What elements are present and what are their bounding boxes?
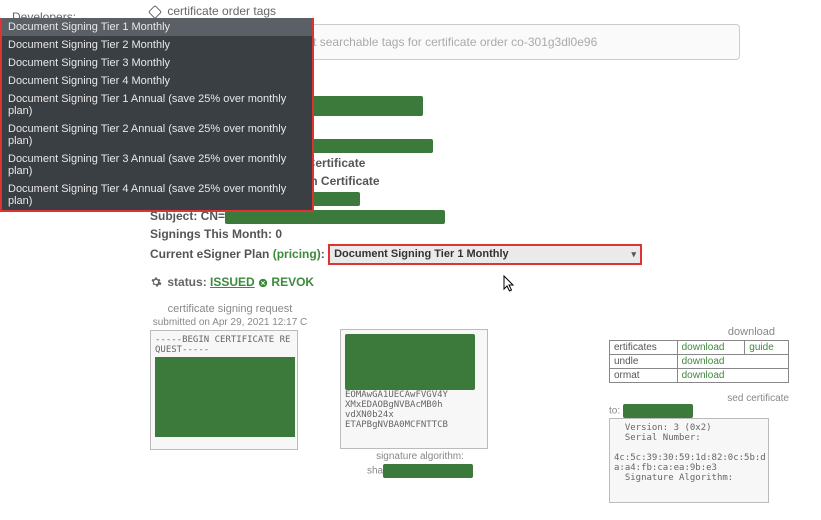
csr-textarea[interactable]: -----BEGIN CERTIFICATE REQUEST-----	[150, 330, 298, 450]
download-link[interactable]: download	[677, 341, 745, 355]
status-issued[interactable]: ISSUED	[210, 275, 255, 289]
redacted-block	[623, 404, 693, 418]
redacted-block	[345, 334, 475, 390]
revoke-link[interactable]: REVOK	[258, 275, 314, 289]
parsed-to: to:	[609, 404, 789, 418]
parsed-cert-box[interactable]: Version: 3 (0x2) Serial Number: 4c:5c:39…	[609, 418, 769, 503]
plan-option[interactable]: Document Signing Tier 3 Monthly	[2, 54, 312, 72]
redacted-block	[383, 464, 473, 478]
csr-title: certificate signing request	[150, 303, 310, 315]
download-link[interactable]: download	[677, 369, 788, 383]
table-row: ertificates download guide	[610, 341, 789, 355]
redacted-block	[225, 210, 445, 224]
download-table: ertificates download guide undle downloa…	[609, 340, 789, 383]
table-row: ormat download	[610, 369, 789, 383]
gear-icon	[150, 276, 162, 291]
plan-select[interactable]: Document Signing Tier 1 Monthly ▾	[328, 244, 642, 265]
redacted-block	[155, 357, 295, 437]
plan-option[interactable]: Document Signing Tier 2 Monthly	[2, 36, 312, 54]
plan-option[interactable]: Document Signing Tier 4 Monthly	[2, 72, 312, 90]
pricing-link[interactable]: (pricing)	[273, 247, 321, 261]
table-row: undle download	[610, 355, 789, 369]
csr-decoded-box[interactable]: EOMAwGA1UECAwFVGV4Y XMxEDAOBgNVBAcMB0h v…	[340, 329, 488, 449]
download-heading: download	[609, 326, 789, 338]
plan-row: Current eSigner Plan (pricing): Document…	[150, 244, 801, 265]
download-link[interactable]: download	[677, 355, 788, 369]
signings-row: Signings This Month: 0	[150, 226, 801, 243]
plan-option[interactable]: Document Signing Tier 1 Monthly	[2, 18, 312, 36]
sig-algo-value: sha	[340, 464, 500, 478]
plan-option[interactable]: Document Signing Tier 3 Annual (save 25%…	[2, 150, 312, 180]
cert-order-tags-heading: certificate order tags	[150, 4, 801, 18]
plan-option[interactable]: Document Signing Tier 2 Annual (save 25%…	[2, 120, 312, 150]
csr-submitted: submitted on Apr 29, 2021 12:17 C	[150, 317, 310, 328]
sig-algo-caption: signature algorithm:	[340, 451, 500, 462]
chevron-down-icon: ▾	[632, 248, 637, 261]
plan-option[interactable]: Document Signing Tier 1 Annual (save 25%…	[2, 90, 312, 120]
guide-link[interactable]: guide	[745, 341, 789, 355]
tag-icon	[148, 5, 162, 19]
status-row: status: ISSUED REVOK	[150, 275, 801, 290]
plan-dropdown: Document Signing Tier 1 Monthly Document…	[0, 18, 314, 212]
parsed-cert-heading: sed certificate	[609, 393, 789, 404]
plan-option[interactable]: Document Signing Tier 4 Annual (save 25%…	[2, 180, 312, 210]
